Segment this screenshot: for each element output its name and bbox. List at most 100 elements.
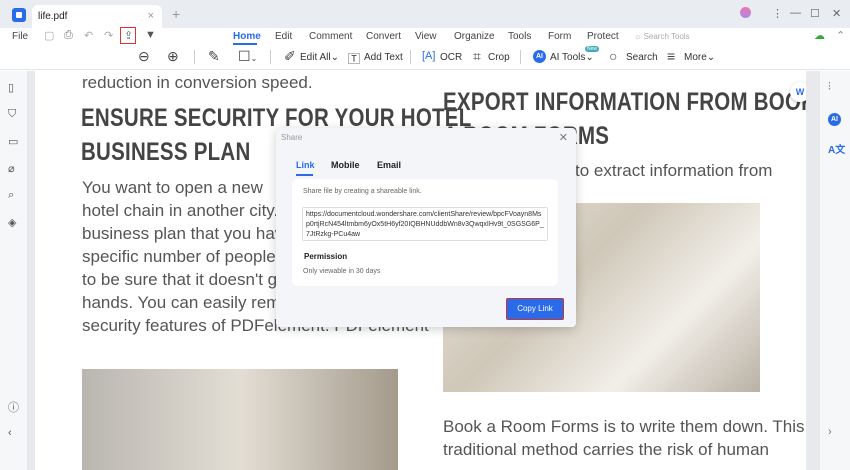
tab-view[interactable]: View [415, 31, 437, 42]
dialog-title: Share [281, 133, 303, 142]
zoom-out-icon[interactable]: ⊖ [138, 48, 150, 65]
save-icon[interactable]: ▢ [44, 29, 54, 42]
convert-to-word-icon[interactable]: W [790, 82, 806, 102]
new-badge: New [585, 46, 600, 52]
collapse-ribbon-icon[interactable]: ⌃ [836, 29, 845, 42]
tab-email[interactable]: Email [377, 160, 401, 170]
comment-icon[interactable]: ▭ [8, 135, 18, 148]
paragraph-line: specific number of people. H [82, 247, 298, 266]
left-sidebar: ▯ ⛉ ▭ ⌀ ⌕ ◈ ⓘ ‹ [0, 71, 28, 470]
crop-icon: ⌗ [473, 48, 481, 64]
close-window-button[interactable]: ✕ [832, 7, 841, 20]
new-tab-button[interactable]: + [172, 6, 180, 22]
tab-convert[interactable]: Convert [366, 31, 401, 42]
ocr-icon: [A] [422, 50, 436, 62]
share-hint: Share file by creating a shareable link. [303, 188, 422, 195]
divider [270, 50, 271, 64]
add-text-button[interactable]: Add Text [364, 52, 403, 63]
tab-link[interactable]: Link [296, 160, 315, 170]
tab-organize[interactable]: Organize [454, 31, 495, 42]
share-icon[interactable]: ⇪ [124, 29, 133, 42]
search-icon: ○ [609, 48, 618, 64]
right-sidebar: ⫶ AI A文 › [820, 71, 850, 470]
file-menu[interactable]: File [12, 31, 28, 42]
ai-icon: AI [533, 50, 546, 63]
paragraph-line: traditional method carries the risk of h… [443, 440, 769, 459]
bookmark-icon[interactable]: ⛉ [8, 108, 16, 121]
divider [410, 50, 411, 64]
paragraph-line: hotel chain in another city. [82, 201, 279, 220]
shape-dropdown-icon[interactable]: ☐⌄ [238, 48, 257, 65]
edit-all-button[interactable]: Edit All⌄ [300, 52, 339, 63]
more-icon: ≡ [667, 48, 676, 64]
translate-icon[interactable]: A文 [828, 141, 845, 156]
undo-icon[interactable]: ↶ [84, 29, 93, 42]
paragraph-line: You want to open a new [82, 178, 263, 197]
search-icon[interactable]: ⌕ [8, 189, 14, 202]
lightbulb-icon: ☼ [634, 32, 644, 41]
close-icon[interactable]: ✕ [559, 131, 568, 144]
heading-line: EXPORT INFORMATION FROM BOOK [443, 88, 806, 116]
help-icon[interactable]: ⓘ [8, 399, 19, 415]
paragraph-line: to be sure that it doesn't g [82, 270, 278, 289]
properties-icon[interactable]: ⫶ [828, 81, 831, 94]
more-options-icon[interactable]: ⋮ [772, 7, 783, 20]
layers-icon[interactable]: ◈ [8, 216, 16, 229]
paragraph-line: to extract information from [575, 161, 773, 180]
tab-form[interactable]: Form [548, 31, 571, 42]
active-tab-indicator [233, 43, 257, 45]
share-link-field[interactable]: https://documentcloud.wondershare.com/cl… [302, 207, 548, 241]
ocr-button[interactable]: OCR [440, 52, 462, 63]
edit-all-icon: ✐ [284, 48, 296, 64]
print-icon[interactable]: ⎙ [64, 29, 73, 42]
collapse-right-icon[interactable]: › [828, 426, 832, 438]
maximize-button[interactable]: ☐ [810, 7, 820, 20]
more-button[interactable]: More⌄ [684, 52, 715, 63]
tab-home[interactable]: Home [233, 31, 261, 42]
app-logo [12, 8, 26, 22]
paragraph-line: hands. You can easily rem [82, 293, 281, 312]
tab-edit[interactable]: Edit [275, 31, 292, 42]
collapse-left-icon[interactable]: ‹ [8, 427, 12, 439]
divider [520, 50, 521, 64]
tab-tools[interactable]: Tools [508, 31, 531, 42]
crop-button[interactable]: Crop [488, 52, 510, 63]
ai-tools-button[interactable]: AI Tools⌄ [550, 52, 594, 63]
heading-line: BUSINESS PLAN [81, 138, 251, 166]
page-thumbnail-icon[interactable]: ▯ [8, 81, 14, 94]
ai-assistant-icon[interactable]: AI [828, 113, 841, 126]
copy-link-button[interactable]: Copy Link [506, 298, 564, 320]
document-tab[interactable]: life.pdf × [32, 5, 162, 28]
paragraph-line: Book a Room Forms is to write them down.… [443, 417, 805, 436]
attachment-icon[interactable]: ⌀ [8, 162, 15, 175]
search-tools-input[interactable]: ☼ Search Tools [634, 32, 690, 41]
ai-tools-label: AI Tools [550, 52, 586, 63]
customize-toolbar-icon[interactable]: ▼ [145, 29, 156, 41]
divider [194, 50, 195, 64]
redo-icon[interactable]: ↷ [104, 29, 113, 42]
link-card: Share file by creating a shareable link.… [292, 179, 558, 286]
permission-label: Permission [304, 252, 348, 261]
tab-title: life.pdf [38, 11, 68, 22]
tab-protect[interactable]: Protect [587, 31, 619, 42]
title-bar: life.pdf × + ⋮ — ☐ ✕ [0, 0, 850, 28]
edit-all-label: Edit All [300, 52, 331, 63]
cloud-sync-icon[interactable]: ☁ [814, 29, 825, 42]
active-tab-indicator [296, 174, 313, 176]
paragraph-line: business plan that you hav [82, 224, 284, 243]
permission-value: Only viewable in 30 days [303, 268, 381, 275]
photographer-photo [82, 369, 398, 470]
tab-comment[interactable]: Comment [309, 31, 352, 42]
scrollbar[interactable] [806, 71, 820, 470]
search-tools-placeholder: Search Tools [643, 32, 690, 41]
minimize-button[interactable]: — [790, 7, 801, 19]
avatar[interactable] [740, 7, 751, 18]
search-button[interactable]: Search [626, 52, 658, 63]
add-text-icon: 🅃 [348, 52, 361, 66]
tab-mobile[interactable]: Mobile [331, 160, 360, 170]
more-label: More [684, 52, 707, 63]
share-dialog: Share ✕ Link Mobile Email Share file by … [276, 128, 576, 327]
highlighter-icon[interactable]: ✎ [208, 48, 220, 65]
close-tab-icon[interactable]: × [148, 10, 154, 22]
zoom-in-icon[interactable]: ⊕ [167, 48, 179, 65]
